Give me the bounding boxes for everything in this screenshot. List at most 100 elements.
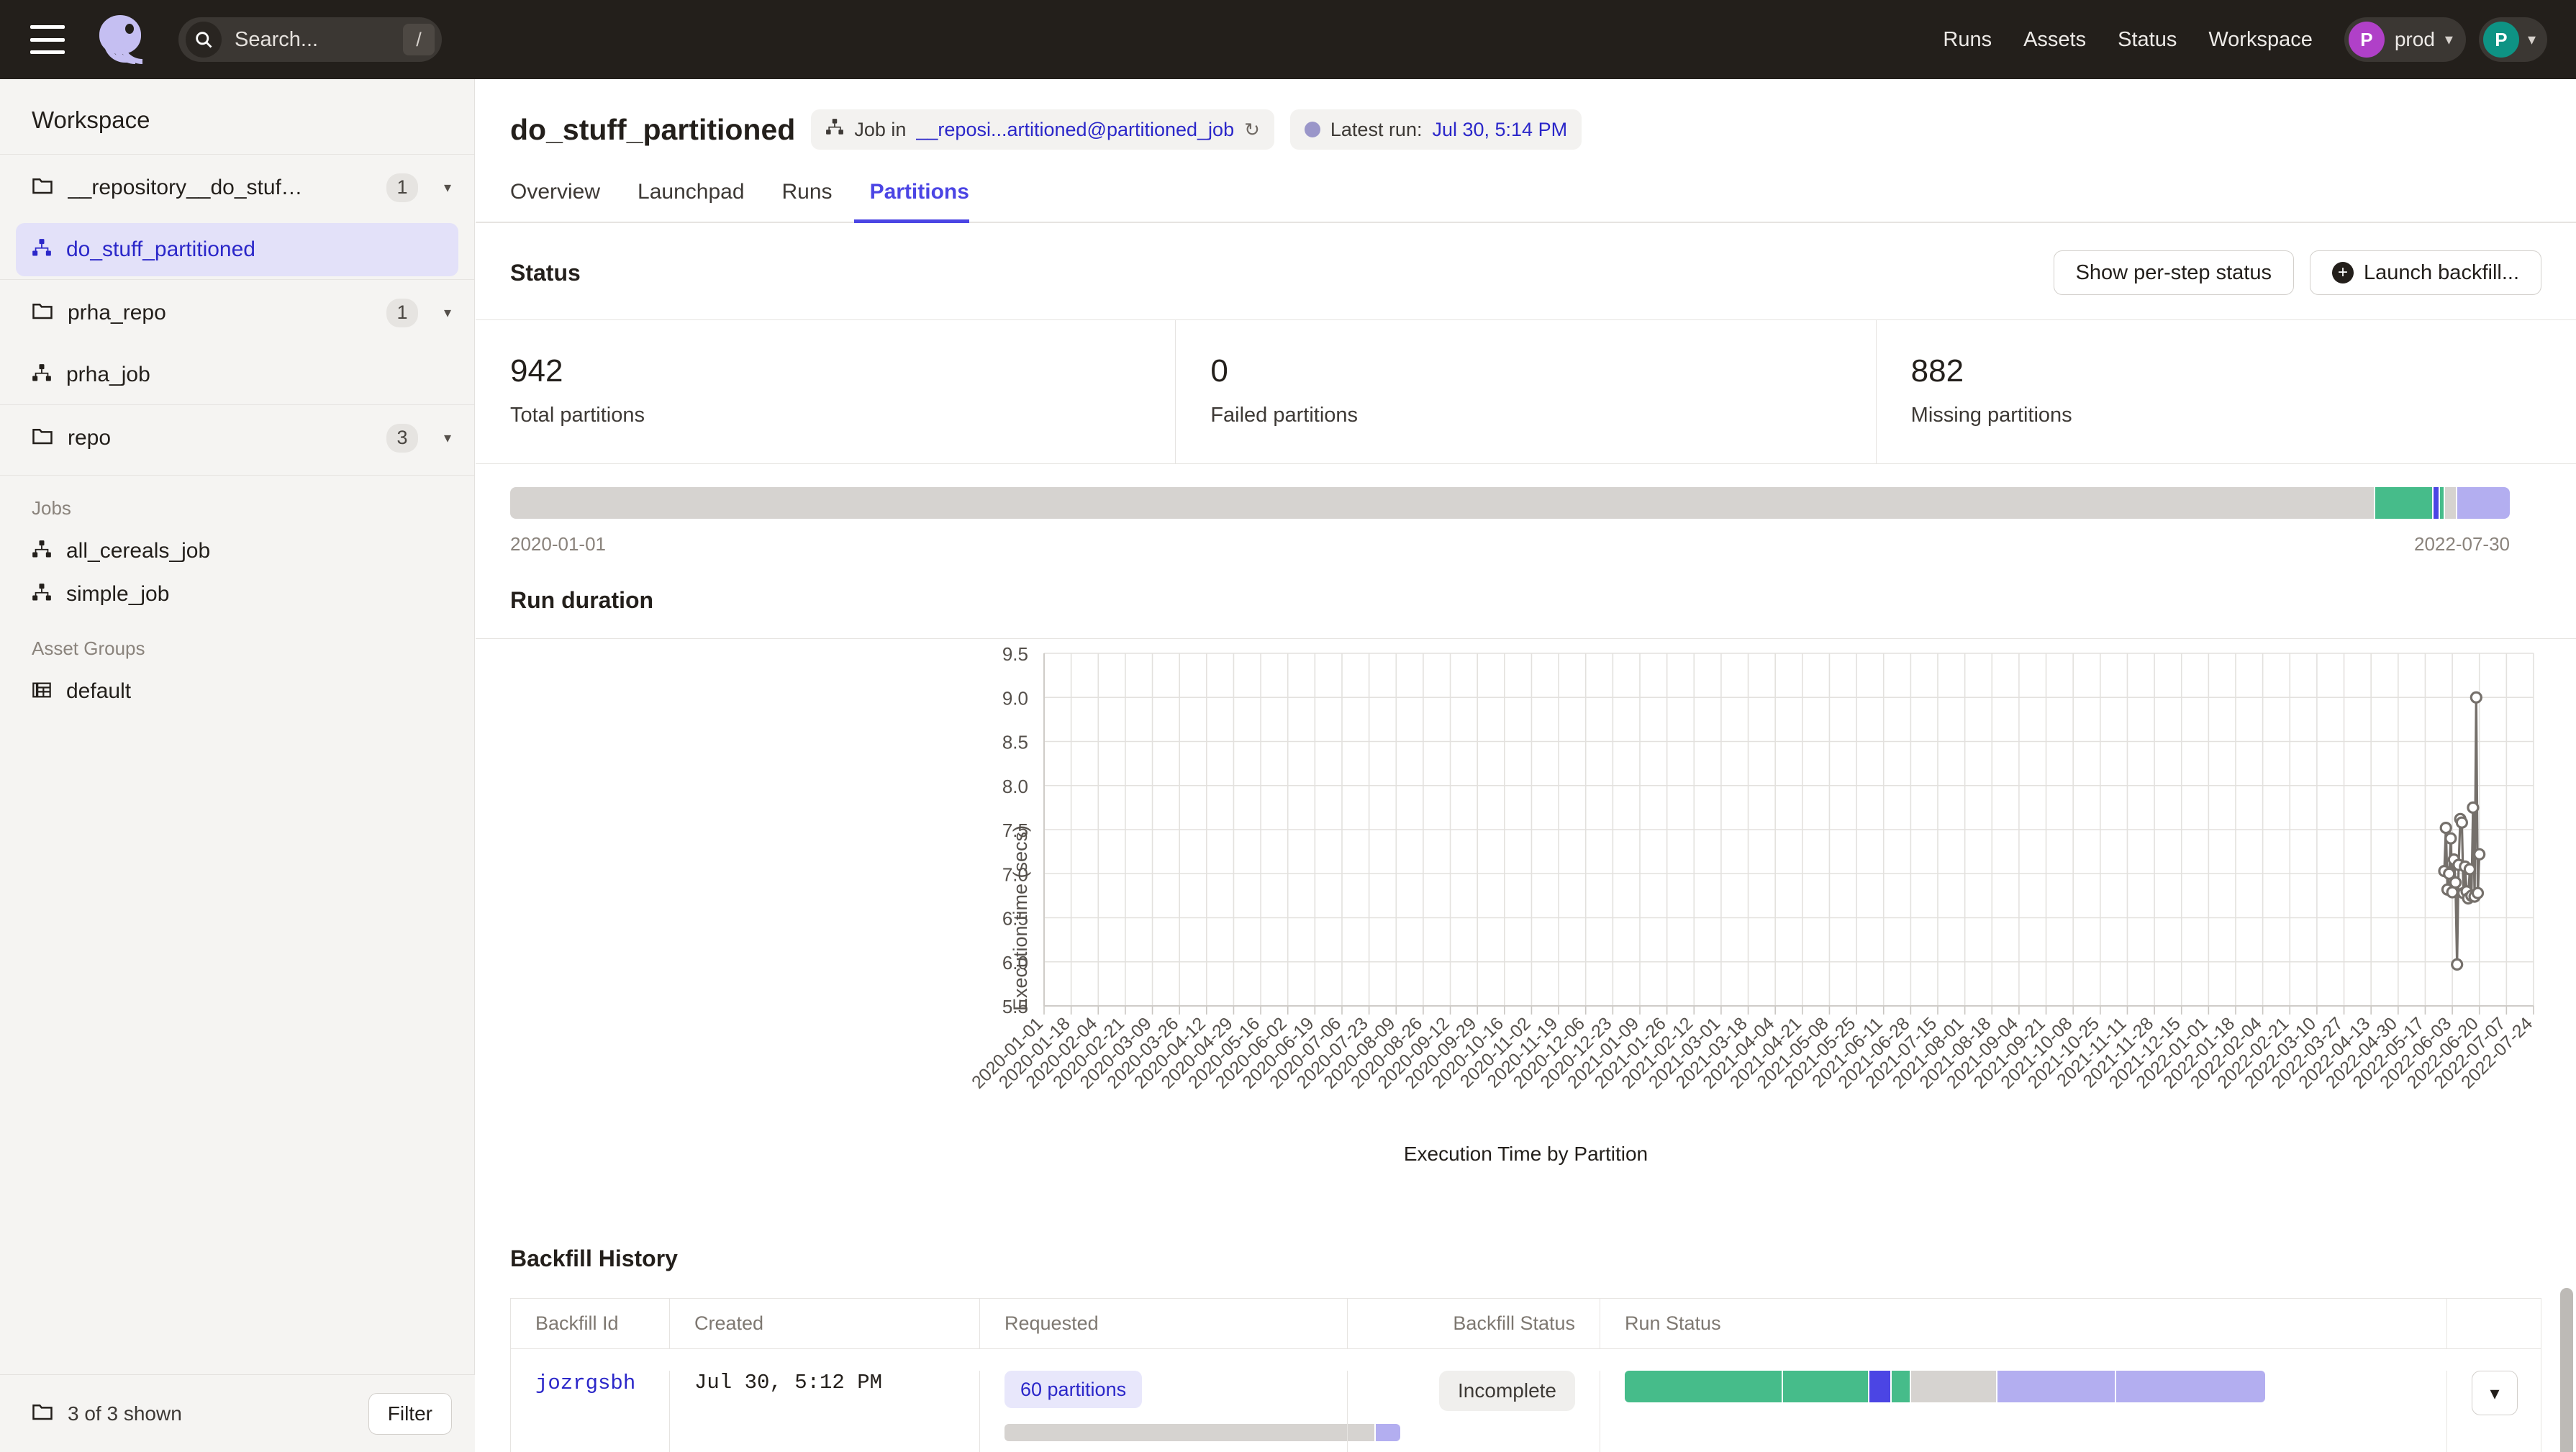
chart-data-point[interactable] [2452,959,2462,969]
latest-run-link[interactable]: Jul 30, 5:14 PM [1432,119,1567,141]
backfill-id-cell: jozrgsbh [511,1371,669,1395]
status-section-title: Status [510,260,581,286]
chart-data-point[interactable] [2468,802,2478,812]
stat-missing-partitions: 882 Missing partitions [1877,320,2576,463]
nav-link-runs[interactable]: Runs [1927,28,2008,52]
dagster-logo[interactable] [95,14,147,65]
sidebar-item-label: default [66,679,131,704]
sidebar-repo-count: 3 [386,424,418,453]
page-tabs: Overview Launchpad Runs Partitions [476,180,2576,223]
sidebar-item-prha-job[interactable]: prha_job [16,348,458,401]
job-graph-icon [32,238,52,262]
nav-link-assets[interactable]: Assets [2008,28,2102,52]
search-icon [186,22,222,58]
chart-data-point[interactable] [2471,692,2481,702]
chevron-down-icon[interactable]: ▾ [444,304,451,322]
job-chip-repo-link[interactable]: __reposi...artitioned@partitioned_job [916,119,1234,141]
deployment-name: prod [2395,28,2435,51]
avatar: P [2483,22,2519,58]
vertical-scrollbar[interactable] [2560,1288,2573,1452]
chevron-down-icon[interactable]: ▾ [2472,1371,2518,1415]
job-graph-icon [32,363,52,387]
chart-data-point[interactable] [2457,817,2467,827]
expand-cell: ▾ [2447,1371,2541,1415]
deployment-switcher[interactable]: P prod ▾ [2344,17,2466,62]
bar-segment [2439,487,2444,519]
tab-overview[interactable]: Overview [510,180,619,222]
sidebar-item-all-cereals-job[interactable]: all_cereals_job [0,530,474,573]
run-duration-chart[interactable]: 5.56.06.57.07.58.08.59.09.52020-01-01202… [476,639,2576,1215]
chart-data-point[interactable] [2475,849,2485,859]
sidebar-item-default-asset-group[interactable]: default [0,670,474,713]
status-dot-icon [1305,122,1320,137]
tab-launchpad[interactable]: Launchpad [619,180,763,222]
sidebar-item-simple-job[interactable]: simple_job [0,573,474,616]
bar-segment [1374,1424,1400,1441]
y-tick-label: 8.5 [1002,732,1028,753]
run-duration-title: Run duration [476,555,2576,638]
bar-segment [2444,487,2456,519]
stat-label: Total partitions [510,404,1175,427]
stat-value: 882 [1911,353,2576,389]
menu-icon[interactable] [30,25,65,54]
bar-segment [1910,1371,1996,1402]
sidebar-repo-label: prha_repo [68,301,166,325]
filter-button[interactable]: Filter [368,1393,452,1435]
chevron-down-icon[interactable]: ▾ [444,429,451,447]
latest-run-chip[interactable]: Latest run: Jul 30, 5:14 PM [1290,109,1582,150]
chart-data-point[interactable] [2464,864,2475,874]
search-input[interactable]: Search... / [178,17,442,62]
app-root: Search... / Runs Assets Status Workspace… [0,0,2576,1452]
run-status-bar[interactable] [1625,1371,2265,1402]
nav-link-workspace[interactable]: Workspace [2192,28,2328,52]
sidebar-item-label: all_cereals_job [66,539,210,563]
refresh-icon[interactable]: ↻ [1244,119,1260,141]
table-row[interactable]: jozrgsbh Jul 30, 5:12 PM 60 partitions 2… [511,1349,2541,1452]
stat-failed-partitions: 0 Failed partitions [1176,320,1876,463]
bar-segment [1890,1371,1910,1402]
bar-segment [2115,1371,2265,1402]
bar-segment [1868,1371,1890,1402]
partition-status-bar[interactable] [510,487,2510,519]
sidebar-item-label: do_stuff_partitioned [66,237,255,262]
chart-data-point[interactable] [2451,878,2461,888]
bar-segment [1625,1371,1782,1402]
nav-link-status[interactable]: Status [2102,28,2192,52]
chevron-down-icon: ▾ [2528,30,2536,49]
column-header-backfill-status: Backfill Status [1348,1312,1600,1335]
sidebar-repo-label: __repository__do_stuff_partitio... [68,176,305,200]
tab-runs[interactable]: Runs [763,180,851,222]
bar-segment [2374,487,2432,519]
partitions-count-badge[interactable]: 60 partitions [1004,1371,1142,1408]
left-sidebar: Workspace __repository__do_stuff_partiti… [0,79,475,1452]
sidebar-repo-repository-do-stuff-partitioned[interactable]: __repository__do_stuff_partitio... 1 ▾ [0,154,474,220]
job-graph-icon [32,540,52,563]
job-location-chip[interactable]: Job in __reposi...artitioned@partitioned… [811,109,1274,150]
bar-segment [2432,487,2439,519]
run-status-cell [1600,1371,2446,1402]
bar-segment [1782,1371,1868,1402]
chart-data-point[interactable] [2473,888,2483,898]
chart-data-point[interactable] [2446,833,2456,843]
tab-partitions[interactable]: Partitions [851,180,988,222]
backfill-history-table: Backfill Id Created Requested Backfill S… [510,1298,2541,1452]
sidebar-repo-count: 1 [386,173,418,202]
sidebar-repo-prha-repo[interactable]: prha_repo 1 ▾ [0,279,474,345]
launch-backfill-button[interactable]: + Launch backfill... [2310,250,2541,295]
chart-data-point[interactable] [2441,823,2451,833]
partition-range-end: 2022-07-30 [2414,533,2510,555]
job-chip-prefix: Job in [854,119,906,141]
chevron-down-icon[interactable]: ▾ [444,178,451,196]
stat-total-partitions: 942 Total partitions [476,320,1176,463]
chart-x-axis-label: Execution Time by Partition [476,1143,2576,1166]
search-shortcut-key: / [403,24,435,55]
chart-data-point[interactable] [2447,887,2457,897]
backfill-id-link[interactable]: jozrgsbh [535,1371,635,1395]
show-per-step-status-button[interactable]: Show per-step status [2054,250,2294,295]
sidebar-item-do-stuff-partitioned[interactable]: do_stuff_partitioned [16,223,458,276]
sidebar-repo-repo[interactable]: repo 3 ▾ [0,404,474,471]
folder-icon [32,176,53,199]
backfill-history-title: Backfill History [476,1214,2576,1298]
sidebar-section-jobs: Jobs [0,476,474,530]
user-menu[interactable]: P ▾ [2479,17,2547,62]
